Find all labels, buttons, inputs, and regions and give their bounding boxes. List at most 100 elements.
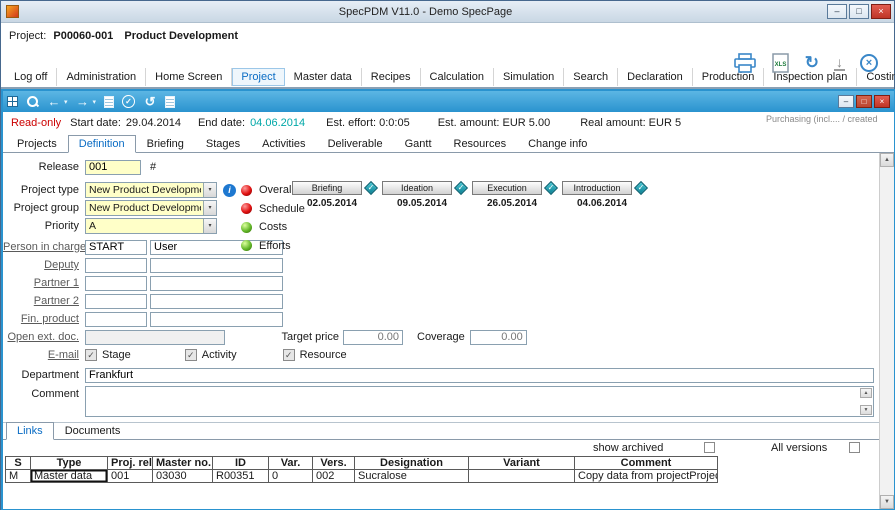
fin-product-id-input[interactable] (85, 311, 147, 327)
priority-select[interactable]: A ▾ (85, 218, 217, 234)
show-archived-checkbox[interactable] (704, 442, 715, 453)
menu-calculation[interactable]: Calculation (421, 67, 494, 86)
menu-declaration[interactable]: Declaration (618, 67, 693, 86)
person-in-charge-id-input[interactable] (85, 239, 147, 255)
col-type[interactable]: Type (30, 456, 108, 470)
release-input[interactable] (85, 159, 141, 175)
cell-variant[interactable] (468, 469, 575, 483)
tab-stages[interactable]: Stages (195, 135, 251, 153)
cell-designation[interactable]: Sucralose (354, 469, 469, 483)
partner1-name-input[interactable] (150, 275, 283, 291)
person-in-charge-link[interactable]: Person in charge (3, 241, 86, 253)
comment-textarea[interactable] (86, 387, 873, 416)
col-master-no[interactable]: Master no. (152, 456, 213, 470)
resource-checkbox[interactable]: ✓ (282, 349, 295, 361)
vertical-scrollbar[interactable]: ▲ ▼ (879, 153, 894, 509)
menu-log-off[interactable]: Log off (5, 67, 58, 86)
stage-briefing-button[interactable]: Briefing (292, 181, 362, 195)
col-s[interactable]: S (5, 456, 31, 470)
tab-deliverable[interactable]: Deliverable (317, 135, 394, 153)
document-copy-icon[interactable] (165, 95, 176, 108)
cell-proj-rel[interactable]: 001 (107, 469, 153, 483)
export-xls-icon[interactable]: XLS (772, 53, 790, 73)
forward-history-caret-icon[interactable]: ▾ (93, 98, 97, 106)
cell-var[interactable]: 0 (268, 469, 313, 483)
all-versions-checkbox[interactable] (849, 442, 860, 453)
maximize-button[interactable]: □ (849, 4, 869, 19)
col-var[interactable]: Var. (268, 456, 313, 470)
cell-s[interactable]: M (5, 469, 31, 483)
partner1-link[interactable]: Partner 1 (3, 277, 85, 289)
table-row[interactable]: M Master data 001 03030 R00351 0 002 Suc… (5, 469, 718, 483)
cell-vers[interactable]: 002 (312, 469, 355, 483)
partner1-id-input[interactable] (85, 275, 147, 291)
inner-minimize-button[interactable]: – (838, 95, 854, 108)
window-menu-icon[interactable] (7, 96, 18, 107)
tab-definition[interactable]: Definition (67, 135, 136, 153)
project-group-select[interactable]: New Product Development ▾ (85, 200, 217, 216)
scroll-up-icon[interactable]: ▲ (880, 153, 894, 167)
open-ext-doc-link[interactable]: Open ext. doc. (3, 331, 85, 343)
menu-home-screen[interactable]: Home Screen (146, 67, 233, 86)
partner2-link[interactable]: Partner 2 (3, 295, 85, 307)
deputy-name-input[interactable] (150, 257, 283, 273)
info-icon[interactable]: i (223, 184, 236, 197)
col-proj-rel[interactable]: Proj. rel. (107, 456, 153, 470)
undo-icon[interactable]: ↺ (143, 93, 157, 111)
tab-links[interactable]: Links (6, 422, 54, 440)
menu-administration[interactable]: Administration (57, 67, 147, 86)
refresh-icon[interactable]: ↻ (805, 54, 819, 72)
department-input[interactable] (85, 367, 874, 383)
open-ext-doc-input[interactable] (85, 329, 225, 345)
forward-icon[interactable]: → (76, 93, 90, 111)
scroll-down-icon[interactable]: ▼ (880, 495, 894, 509)
project-type-select[interactable]: New Product Development ▾ (85, 182, 217, 198)
tab-activities[interactable]: Activities (251, 135, 316, 153)
menu-recipes[interactable]: Recipes (362, 67, 421, 86)
back-history-caret-icon[interactable]: ▾ (64, 98, 68, 106)
menu-simulation[interactable]: Simulation (494, 67, 565, 86)
close-button[interactable]: × (871, 4, 891, 19)
cell-comment[interactable]: Copy data from projectProject: Pro... (574, 469, 718, 483)
stage-checkbox[interactable]: ✓ (85, 349, 97, 361)
stage-ideation-button[interactable]: Ideation (382, 181, 452, 195)
inner-close-button[interactable]: × (874, 95, 890, 108)
inner-maximize-button[interactable]: □ (856, 95, 872, 108)
tab-projects[interactable]: Projects (6, 135, 68, 153)
menu-search[interactable]: Search (564, 67, 619, 86)
document-icon[interactable] (104, 95, 115, 108)
tab-gantt[interactable]: Gantt (394, 135, 443, 153)
deputy-id-input[interactable] (85, 257, 147, 273)
comment-scroll-down-icon[interactable]: ▼ (860, 405, 872, 415)
minimize-button[interactable]: – (827, 4, 847, 19)
close-circle-icon[interactable]: × (860, 54, 878, 72)
menu-project[interactable]: Project (232, 67, 285, 86)
col-id[interactable]: ID (212, 456, 269, 470)
menu-master-data[interactable]: Master data (285, 67, 362, 86)
print-icon[interactable] (733, 53, 757, 73)
check-circle-icon[interactable]: ✓ (122, 95, 136, 108)
activity-checkbox[interactable]: ✓ (184, 349, 197, 361)
fin-product-name-input[interactable] (150, 311, 283, 327)
deputy-link[interactable]: Deputy (3, 259, 85, 271)
target-price-input[interactable] (343, 329, 403, 345)
partner2-name-input[interactable] (150, 293, 283, 309)
col-designation[interactable]: Designation (354, 456, 469, 470)
tab-change-info[interactable]: Change info (517, 135, 598, 153)
download-icon[interactable]: ↓ (834, 55, 845, 71)
tab-documents[interactable]: Documents (54, 422, 132, 440)
col-comment[interactable]: Comment (574, 456, 718, 470)
partner2-id-input[interactable] (85, 293, 147, 309)
col-vers[interactable]: Vers. (312, 456, 355, 470)
fin-product-link[interactable]: Fin. product (3, 313, 85, 325)
search-icon[interactable] (26, 95, 39, 108)
email-link[interactable]: E-mail (3, 349, 85, 361)
cell-type[interactable]: Master data (30, 469, 108, 483)
tab-resources[interactable]: Resources (443, 135, 518, 153)
stage-execution-button[interactable]: Execution (472, 181, 542, 195)
cell-master-no[interactable]: 03030 (152, 469, 213, 483)
coverage-input[interactable] (469, 329, 527, 345)
col-variant[interactable]: Variant (468, 456, 575, 470)
back-icon[interactable]: ← (47, 93, 61, 111)
stage-introduction-button[interactable]: Introduction (562, 181, 632, 195)
